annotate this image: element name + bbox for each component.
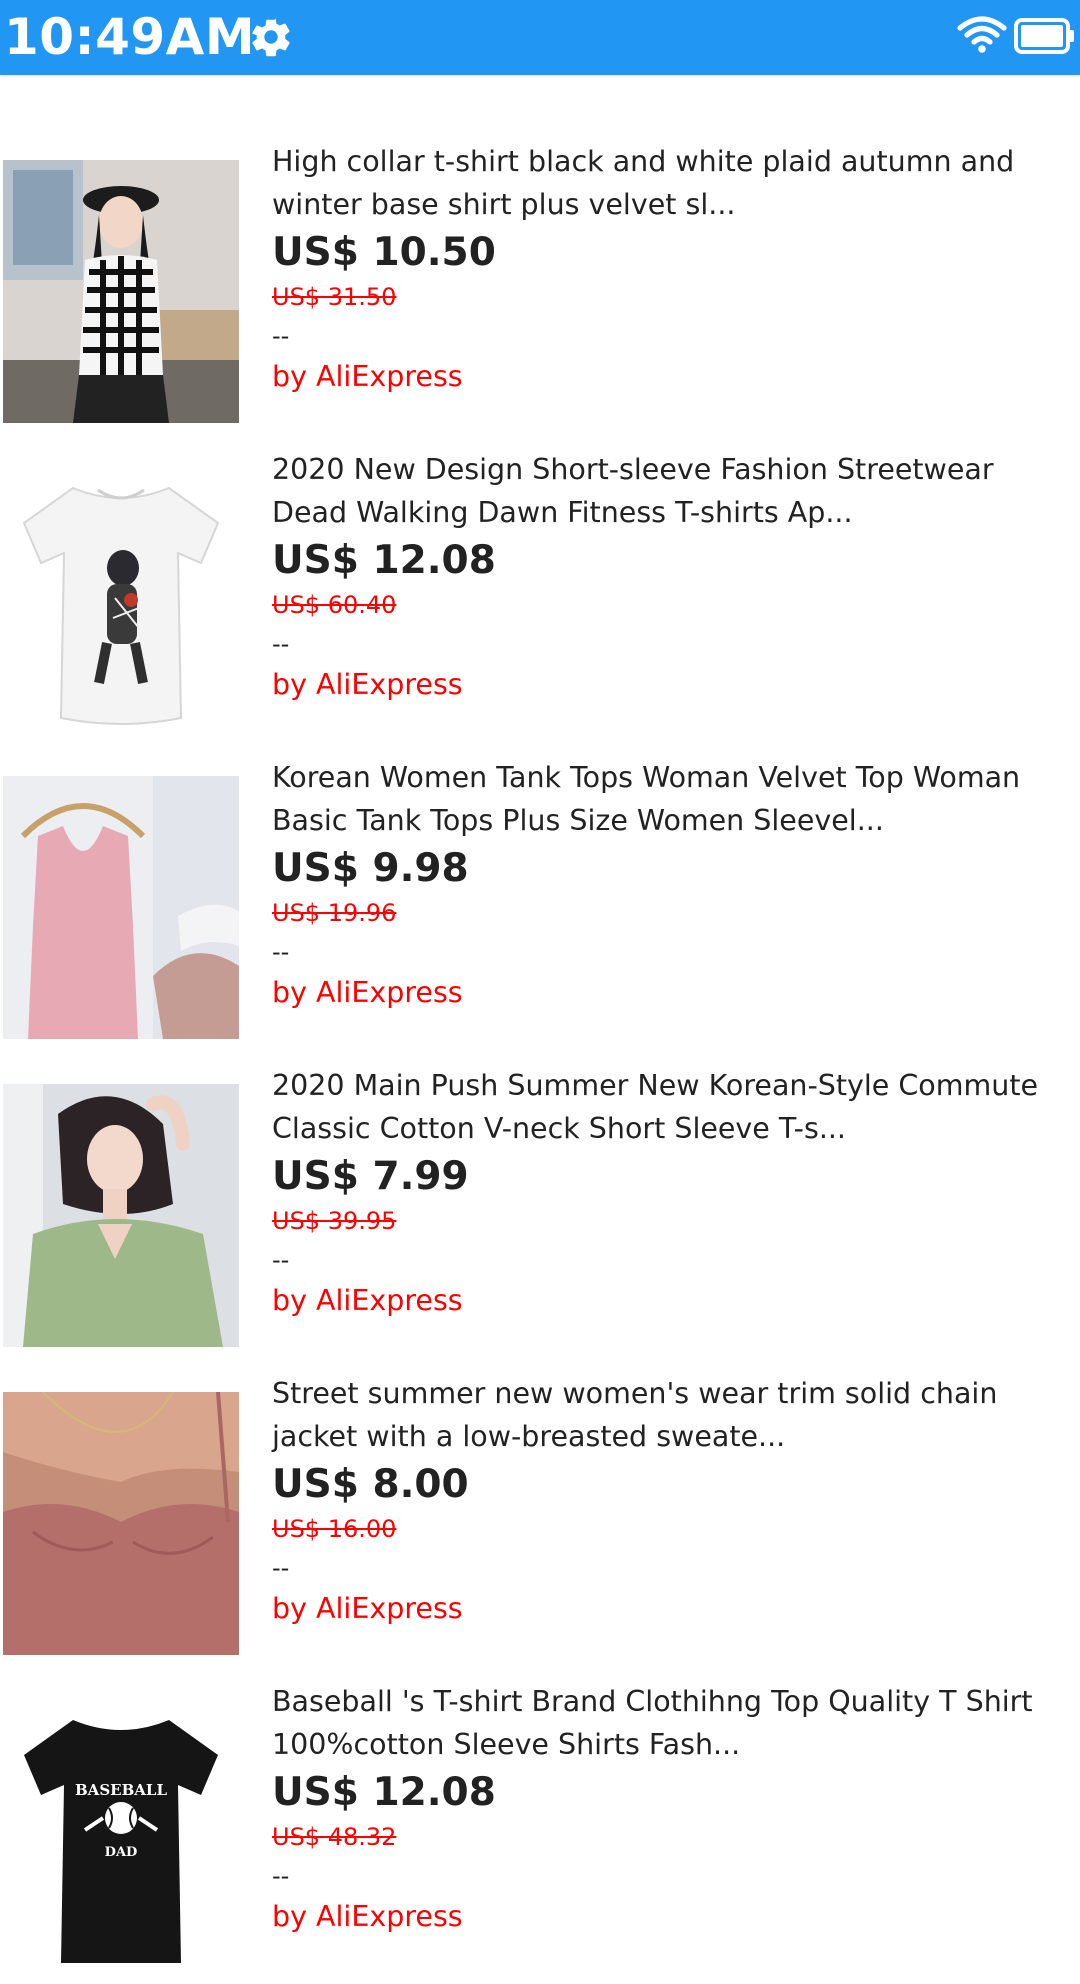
product-price: US$ 7.99 [272,1154,469,1199]
product-image[interactable] [3,468,239,731]
product-title[interactable]: High collar t-shirt black and white plai… [272,140,1072,226]
product-photo-satin-camisole [3,1392,239,1655]
product-item[interactable]: 2020 Main Push Summer New Korean-Style C… [0,1060,1080,1368]
shirt-print-text-bottom: DAD [105,1845,138,1860]
product-price: US$ 12.08 [272,538,496,583]
gear-icon [252,18,290,57]
product-title[interactable]: Street summer new women's wear trim soli… [272,1372,1072,1458]
product-photo-plaid-shirt [3,160,239,423]
product-info: High collar t-shirt black and white plai… [272,140,1072,398]
product-image[interactable] [3,160,239,423]
product-photo-black-baseball-tshirt: BASEBALL DAD [3,1700,239,1963]
product-rating: -- [272,1554,290,1582]
product-title[interactable]: Baseball 's T-shirt Brand Clothihng Top … [272,1680,1072,1766]
product-original-price: US$ 39.95 [272,1207,397,1235]
product-seller: by AliExpress [272,1284,463,1317]
product-info: 2020 New Design Short-sleeve Fashion Str… [272,448,1072,706]
product-rating: -- [272,938,290,966]
product-item[interactable]: Street summer new women's wear trim soli… [0,1368,1080,1676]
product-title[interactable]: Korean Women Tank Tops Woman Velvet Top … [272,756,1072,842]
product-original-price: US$ 19.96 [272,899,397,927]
product-info: 2020 Main Push Summer New Korean-Style C… [272,1064,1072,1322]
product-seller: by AliExpress [272,1900,463,1933]
product-price: US$ 8.00 [272,1462,469,1507]
status-bar: 10:49AM [0,0,1080,75]
product-title[interactable]: 2020 New Design Short-sleeve Fashion Str… [272,448,1072,534]
product-image[interactable] [3,1392,239,1655]
product-rating: -- [272,1246,290,1274]
product-item[interactable]: High collar t-shirt black and white plai… [0,136,1080,444]
product-list[interactable]: High collar t-shirt black and white plai… [0,136,1080,1984]
product-title[interactable]: 2020 Main Push Summer New Korean-Style C… [272,1064,1072,1150]
product-original-price: US$ 60.40 [272,591,397,619]
product-item[interactable]: Korean Women Tank Tops Woman Velvet Top … [0,752,1080,1060]
product-photo-pink-tank-top [3,776,239,1039]
product-item[interactable]: 2020 New Design Short-sleeve Fashion Str… [0,444,1080,752]
product-seller: by AliExpress [272,976,463,1009]
shirt-print-text-top: BASEBALL [75,1781,167,1799]
product-rating: -- [272,322,290,350]
product-rating: -- [272,1862,290,1890]
status-time: 10:49AM [4,8,256,66]
product-rating: -- [272,630,290,658]
product-info: Korean Women Tank Tops Woman Velvet Top … [272,756,1072,1014]
wifi-icon [957,16,1007,53]
product-seller: by AliExpress [272,1592,463,1625]
product-seller: by AliExpress [272,360,463,393]
product-photo-white-tshirt [3,468,239,731]
product-original-price: US$ 16.00 [272,1515,397,1543]
product-original-price: US$ 48.32 [272,1823,397,1851]
product-original-price: US$ 31.50 [272,283,397,311]
product-info: Baseball 's T-shirt Brand Clothihng Top … [272,1680,1072,1938]
product-photo-green-vneck [3,1084,239,1347]
product-price: US$ 10.50 [272,230,496,275]
battery-icon [1014,18,1074,54]
product-image[interactable]: BASEBALL DAD [3,1700,239,1963]
product-price: US$ 9.98 [272,846,469,891]
product-info: Street summer new women's wear trim soli… [272,1372,1072,1630]
product-item[interactable]: BASEBALL DAD Baseball 's T-shirt Brand C… [0,1676,1080,1984]
product-price: US$ 12.08 [272,1770,496,1815]
product-image[interactable] [3,1084,239,1347]
product-seller: by AliExpress [272,668,463,701]
product-image[interactable] [3,776,239,1039]
